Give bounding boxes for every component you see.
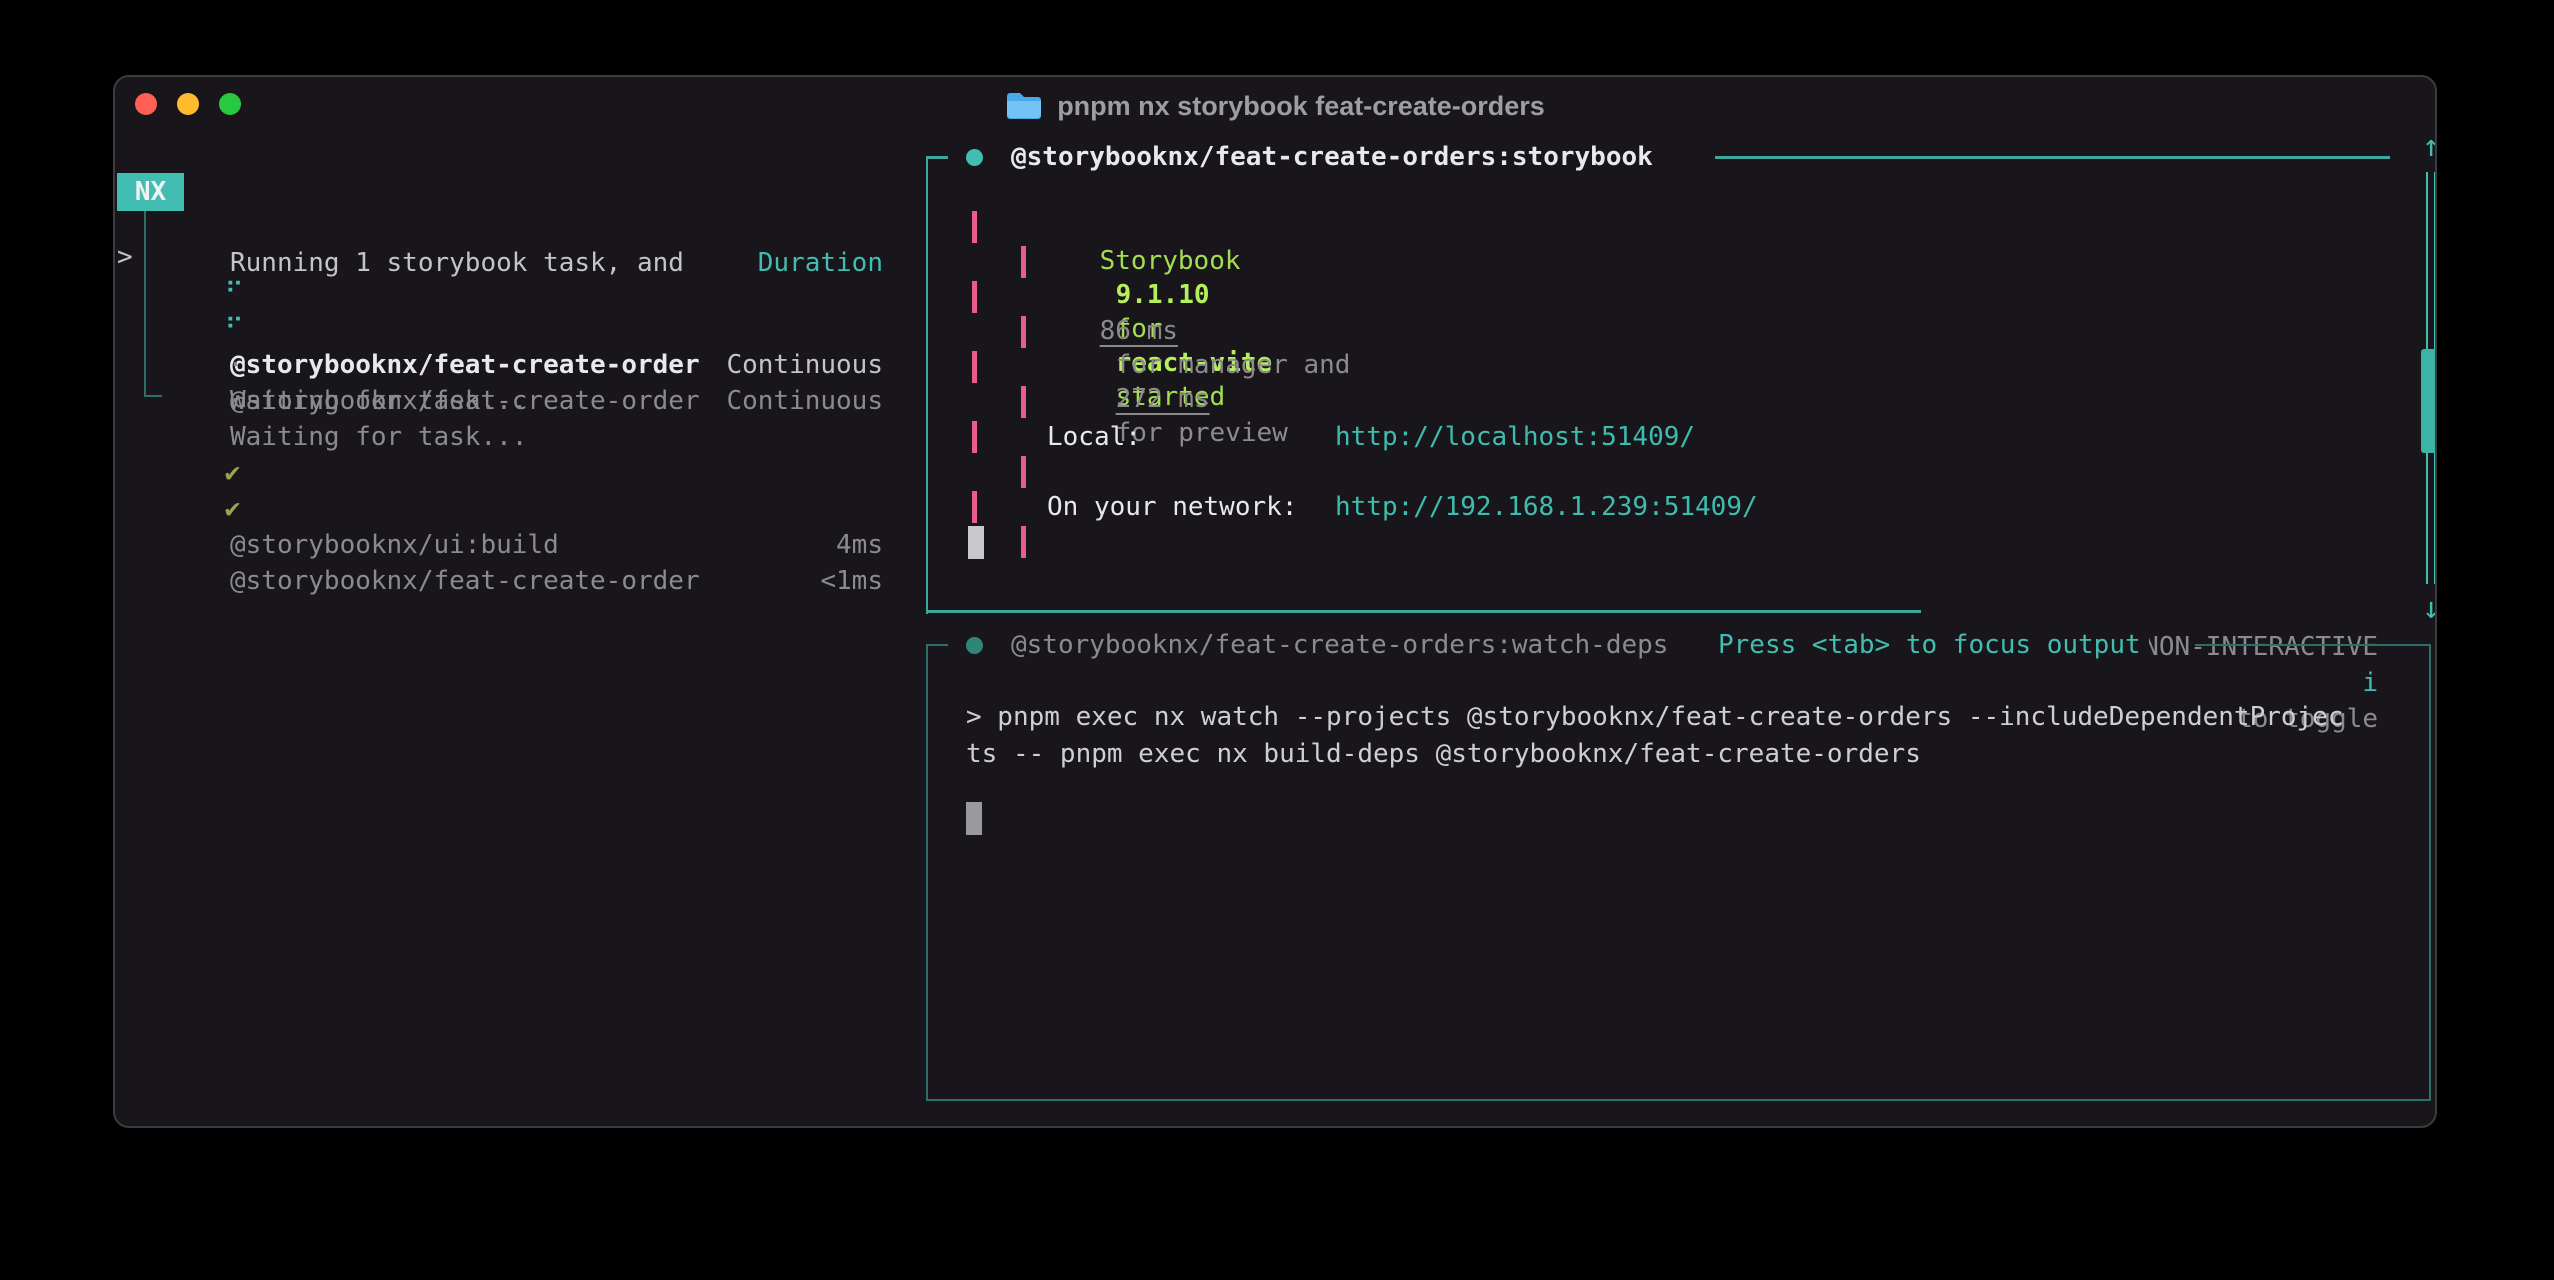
footer-shortcuts: quit: q help: ? [515,1086,883,1122]
focus-output-hint: Press <tab> to focus output [1710,628,2149,662]
title-bar: pnpm nx storybook feat-create-orders [115,77,2435,135]
gutter-bar [972,421,977,453]
storybook-pane-left-border [926,156,928,614]
task-name: @storybooknx/feat-create-order [230,563,700,599]
scroll-up-arrow[interactable]: ↑ [2411,129,2437,165]
storybook-pane-title: @storybooknx/feat-create-orders:storyboo… [1011,140,1653,174]
task-duration: 4ms [836,527,883,563]
interactive-mode-hint: NON-INTERACTIVE i to toggle [1945,593,2386,629]
nx-logo-badge: NX [117,173,184,211]
selection-caret: > [117,239,133,275]
task-row[interactable]: ⠋ @storybooknx/feat-create-order Continu… [162,239,883,275]
storybook-started-line: Storybook 9.1.10 for react-vite started [1037,210,1272,244]
idle-status-circle-icon [966,637,983,654]
task-status: Continuous [726,347,883,383]
watch-pane-header-line [2195,644,2431,646]
task-status: Continuous [726,383,883,419]
gutter-bar [1021,386,1026,418]
gutter-bar [972,491,977,523]
watch-pane-title: @storybooknx/feat-create-orders:watch-de… [1011,628,1678,662]
storybook-pane-top-stub [926,156,948,159]
gutter-bar [1021,246,1026,278]
watch-pane-top-stub [926,644,948,646]
minimize-window-button[interactable] [177,93,199,115]
completed-task-row[interactable]: ✔ @storybooknx/ui:build 4ms [162,419,883,455]
task-name: @storybooknx/feat-create-order [230,347,700,383]
gutter-bar [1021,526,1026,558]
started-word: Storybook [1100,246,1241,276]
watch-command-line: ts -- pnpm exec nx build-deps @storybook… [966,737,1921,771]
scrollbar-thumb[interactable] [2421,349,2437,453]
local-url-link[interactable]: http://localhost:51409/ [1335,420,1695,454]
gutter-bar [1021,456,1026,488]
scroll-down-arrow[interactable]: ↓ [2411,591,2437,627]
build-timing-line: 86 ms for manager and 272 ms for preview [1037,280,1350,314]
storybook-pane-bottom-border [926,610,1921,613]
task-name: @storybooknx/ui:build [230,527,559,563]
gutter-bar [972,211,977,243]
desktop: { "title_bar": { "title": "pnpm nx story… [0,0,2554,1280]
manager-time: 86 ms [1100,316,1178,346]
network-url-link[interactable]: http://192.168.1.239:51409/ [1335,490,1758,524]
check-icon: ✔ [225,494,241,524]
folder-icon [1005,91,1043,121]
network-url-label: On your network: [1047,490,1297,524]
task-tree-guide-corner [144,395,162,397]
completed-task-row[interactable]: ✔ @storybooknx/feat-create-order <1ms [162,455,883,491]
terminal-cursor [966,802,982,835]
gutter-bar [972,351,977,383]
task-tree-guide-line [144,211,146,397]
gutter-bar [1021,316,1026,348]
close-window-button[interactable] [135,93,157,115]
task-list-header: Running 1 storybook task, and Duration [230,173,883,209]
storybook-pane-header-line [1715,156,2390,159]
task-row[interactable]: · Waiting for task... [165,347,243,383]
gutter-bar [972,281,977,313]
terminal-window: pnpm nx storybook feat-create-orders NX … [113,75,2437,1128]
local-url-label: Local: [1047,420,1141,454]
task-name: Waiting for task... [230,383,527,419]
running-status-circle-icon [966,149,983,166]
task-duration: <1ms [820,563,883,599]
task-row[interactable]: · Waiting for task... [165,311,243,347]
watch-command-line: > pnpm exec nx watch --projects @storybo… [966,700,2344,734]
quit-label: quit: [805,1125,883,1128]
zoom-window-button[interactable] [219,93,241,115]
window-title: pnpm nx storybook feat-create-orders [1057,91,1545,122]
waiting-dot-icon: · [228,386,244,416]
task-row[interactable]: ⠋ @storybooknx/feat-create-order Continu… [162,275,883,311]
terminal-cursor [968,526,984,559]
preview-time: 272 ms [1116,384,1210,414]
